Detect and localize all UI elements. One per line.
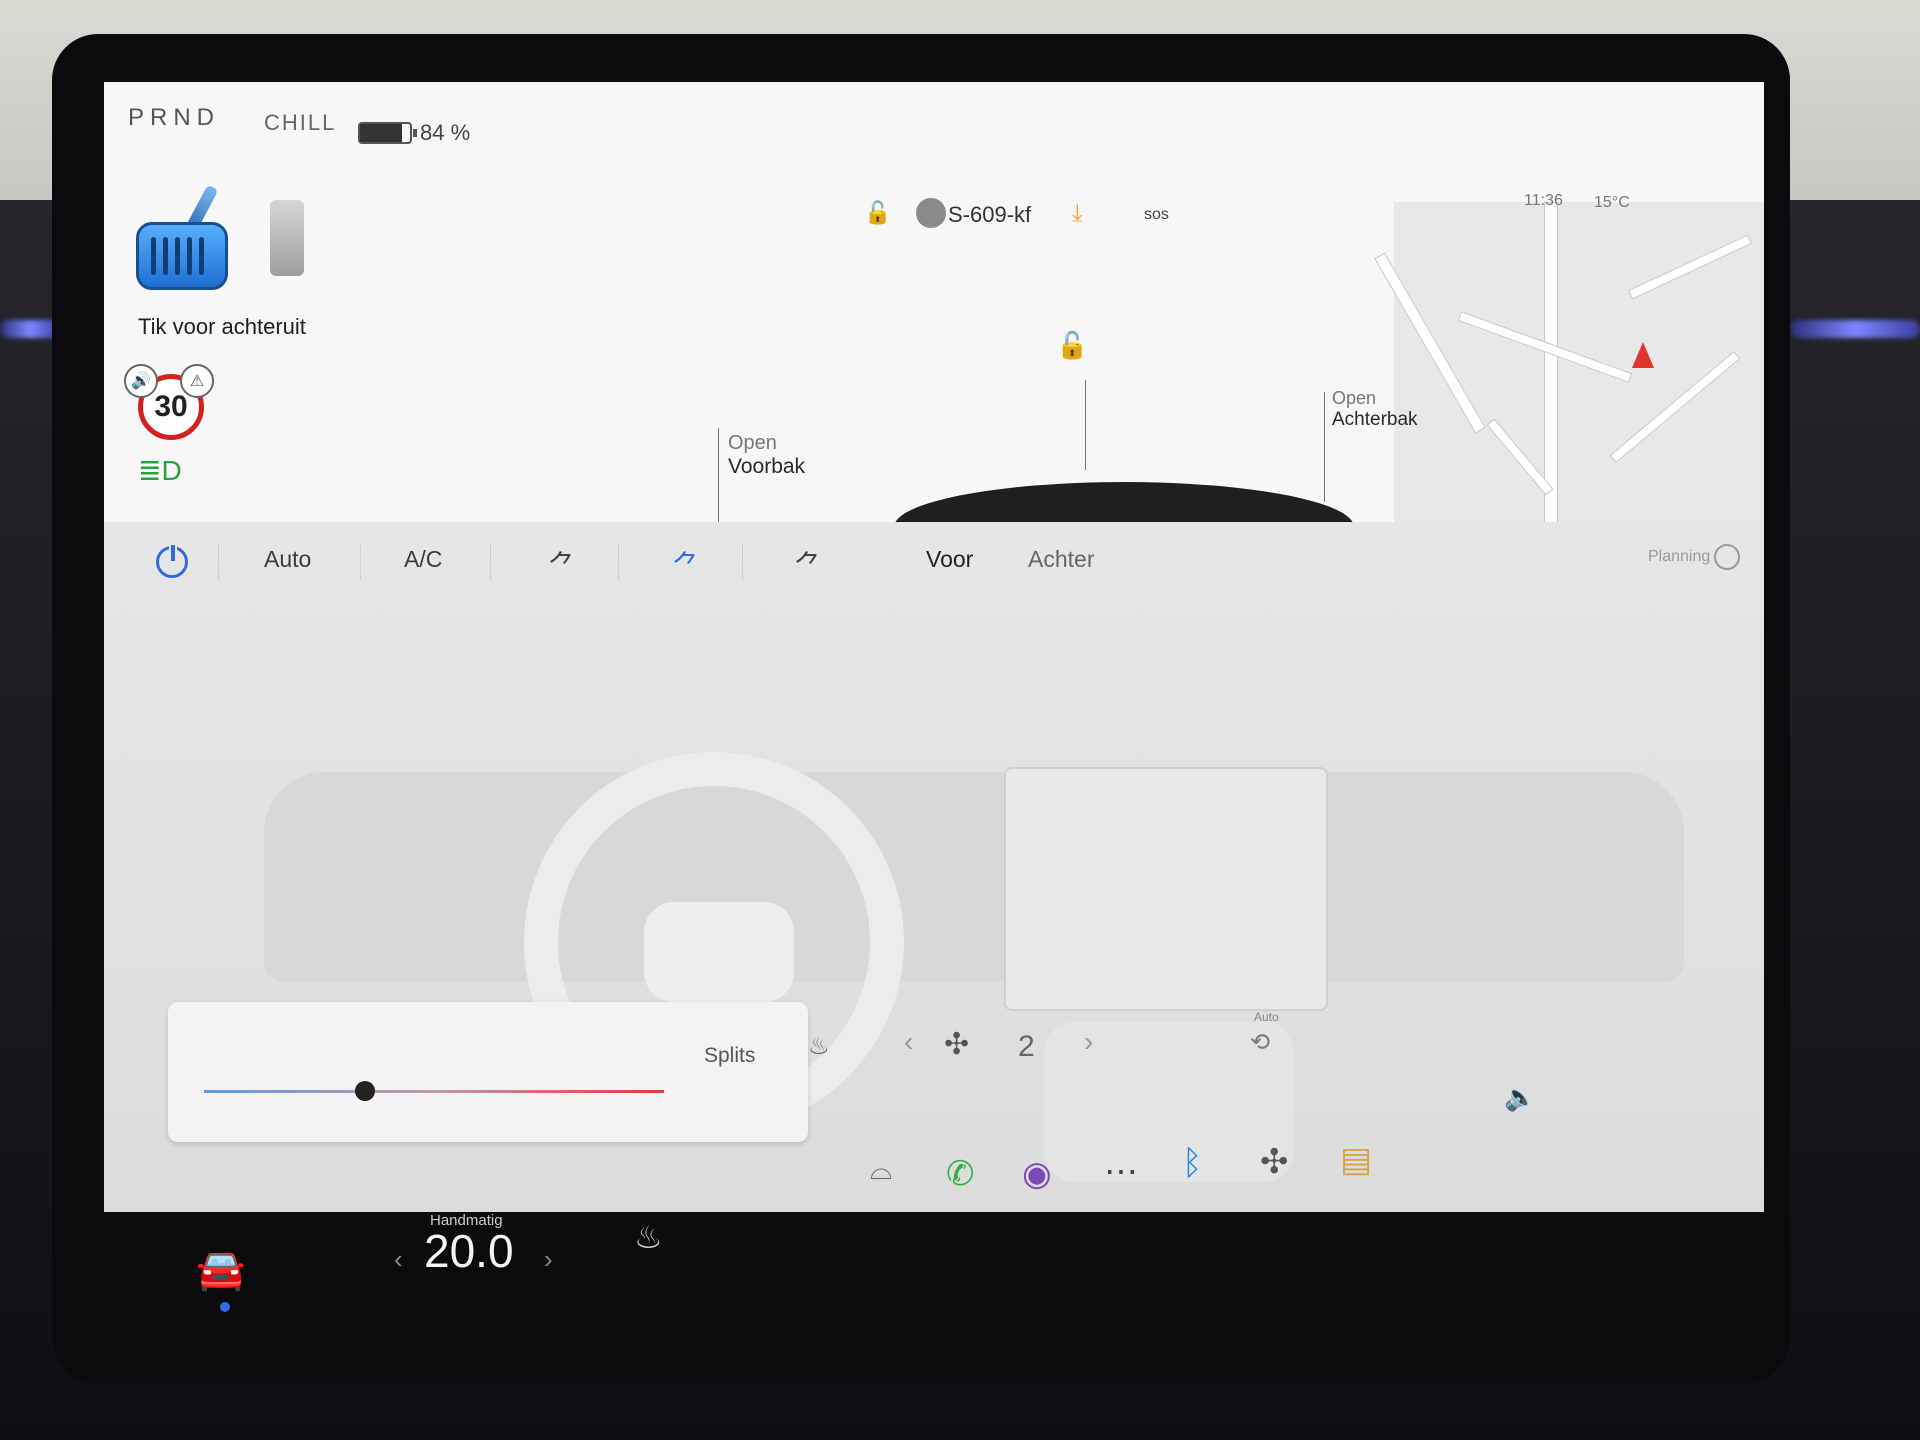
trunk-control[interactable]: Open Achterbak — [1332, 388, 1418, 431]
car-icon[interactable]: 🚘 — [196, 1246, 246, 1293]
temperature-card: Splits — [168, 1002, 808, 1142]
airflow-defrost-icon[interactable]: ⺈ — [794, 544, 822, 584]
center-display-render — [1004, 767, 1328, 1011]
door-unlock-icon[interactable]: 🔓 — [1056, 330, 1088, 361]
navigation-arrow-icon — [1632, 342, 1654, 368]
cabin-temperature[interactable]: 20.0 — [424, 1224, 514, 1278]
ac-button[interactable]: A/C — [404, 546, 442, 573]
lock-callout-line — [1085, 380, 1086, 470]
airflow-feet-icon[interactable]: ⺈ — [672, 544, 700, 584]
map-view[interactable] — [1374, 202, 1764, 524]
brake-pedal-icon[interactable] — [136, 222, 228, 290]
auto-button[interactable]: Auto — [264, 546, 311, 573]
seat-heater-icon[interactable]: ♨ — [634, 1218, 663, 1256]
download-icon[interactable]: ⤓ — [1072, 200, 1083, 228]
steering-hub — [644, 902, 794, 1002]
more-icon[interactable]: ⋯ — [1104, 1152, 1138, 1192]
drive-mode[interactable]: CHILL — [264, 110, 336, 136]
divider — [742, 544, 743, 580]
divider — [490, 544, 491, 580]
gear-indicator: PRND — [128, 104, 221, 131]
planning-button[interactable]: Planning — [1648, 548, 1710, 566]
airflow-face-icon[interactable]: ⺈ — [548, 544, 576, 584]
profile-name[interactable]: S-609-kf — [948, 202, 1031, 228]
clock: 11:36 — [1524, 192, 1563, 209]
frunk-control[interactable]: Open Voorbak — [728, 432, 805, 479]
dashboard-render — [264, 772, 1684, 982]
headlight-icon: ≣D — [138, 455, 182, 486]
recirc-auto-label: Auto — [1254, 1010, 1279, 1024]
warning-icon[interactable]: ⚠ — [180, 364, 214, 398]
taskbar: ⌓ ✆ ◉ ⋯ ᛒ ✣ ▤ — [104, 1132, 1764, 1212]
trunk-callout-line — [1324, 392, 1325, 502]
accelerator-pedal-icon — [270, 200, 304, 276]
phone-icon[interactable]: ✆ — [946, 1154, 975, 1194]
battery-percent: 84 % — [420, 120, 471, 145]
touchscreen: PRND CHILL 84 % Tik voor achteruit 30 🔊 … — [104, 82, 1764, 1212]
divider — [360, 544, 361, 580]
trunk-state: Open — [1332, 388, 1377, 408]
divider — [618, 544, 619, 580]
rear-defrost-icon[interactable]: ♨ — [808, 1032, 830, 1061]
fan-speed: 2 — [1018, 1030, 1035, 1063]
divider — [218, 544, 219, 580]
fan-app-icon[interactable]: ✣ — [1260, 1142, 1289, 1182]
frunk-callout-line — [718, 428, 719, 522]
chevron-left-icon[interactable]: ‹ — [904, 1026, 913, 1058]
sos-icon[interactable]: sos — [1144, 206, 1169, 224]
temperature-slider[interactable] — [204, 1090, 664, 1093]
reverse-hint[interactable]: Tik voor achteruit — [138, 314, 306, 340]
ambient-light-left — [0, 320, 60, 338]
fan-icon: ✣ — [944, 1028, 970, 1061]
profile-avatar-icon[interactable] — [916, 198, 946, 228]
ambient-light-right — [1790, 320, 1920, 338]
temp-down-chevron-icon[interactable]: ‹ — [394, 1244, 403, 1275]
bottom-control-bar: 🚘 ‹ Handmatig 20.0 › ♨ — [104, 1212, 1764, 1352]
recirculation-icon[interactable]: ⟲ — [1250, 1028, 1270, 1057]
tab-rear[interactable]: Achter — [1028, 546, 1094, 573]
camera-icon[interactable]: ◉ — [1022, 1154, 1052, 1194]
notes-icon[interactable]: ▤ — [1340, 1140, 1372, 1180]
power-icon[interactable] — [156, 543, 188, 578]
speaker-alert-icon[interactable]: 🔊 — [124, 364, 158, 398]
speed-limit-value: 30 — [154, 390, 188, 423]
temp-up-chevron-icon[interactable]: › — [544, 1244, 553, 1275]
car-status-area: PRND CHILL 84 % Tik voor achteruit 30 🔊 … — [104, 82, 1764, 572]
volume-icon[interactable]: 🔈 — [1504, 1082, 1536, 1113]
tab-front[interactable]: Voor — [926, 546, 973, 573]
split-button[interactable]: Splits — [704, 1044, 755, 1068]
frunk-label: Voorbak — [728, 455, 806, 478]
wiper-icon[interactable]: ⌓ — [870, 1154, 892, 1187]
climate-toolbar: Auto A/C ⺈ ⺈ ⺈ Voor Achter Planning — [104, 522, 1764, 602]
trunk-label: Achterbak — [1332, 409, 1418, 430]
battery-icon — [358, 122, 417, 144]
outside-temperature: 15°C — [1594, 194, 1630, 211]
frunk-state: Open — [728, 432, 777, 454]
unlock-icon[interactable]: 🔓 — [864, 200, 891, 226]
bluetooth-icon[interactable]: ᛒ — [1182, 1144, 1202, 1183]
slider-knob[interactable] — [355, 1081, 375, 1101]
chevron-right-icon[interactable]: › — [1084, 1026, 1093, 1058]
active-indicator — [220, 1302, 230, 1312]
clock-icon[interactable] — [1714, 544, 1740, 570]
